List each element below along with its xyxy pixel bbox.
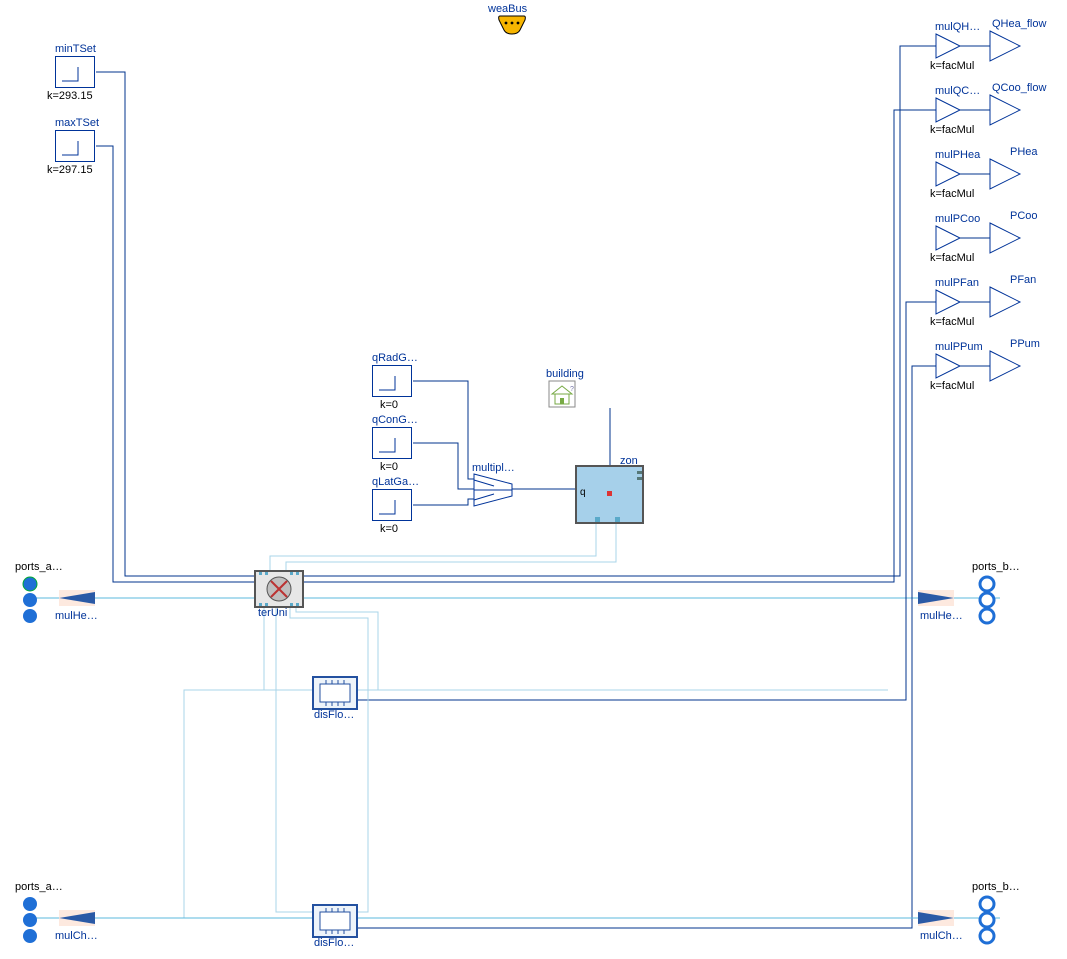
- mulPHea-label: mulPHea: [935, 149, 980, 161]
- qConG-k: k=0: [380, 461, 398, 473]
- mulPFan-k: k=facMul: [930, 316, 974, 328]
- mulQC-k: k=facMul: [930, 124, 974, 136]
- ports-a1-icon[interactable]: [21, 576, 39, 624]
- qRadG-k: k=0: [380, 399, 398, 411]
- mulPFan-label: mulPFan: [935, 277, 979, 289]
- ports-b2-label: ports_b…: [972, 881, 1020, 893]
- mulPPum-k: k=facMul: [930, 380, 974, 392]
- qLatGa-k: k=0: [380, 523, 398, 535]
- mulQC-label: mulQC…: [935, 85, 980, 97]
- weabus-label: weaBus: [488, 3, 527, 15]
- QCoo-out-label: QCoo_flow: [992, 82, 1046, 94]
- zon-block[interactable]: q: [575, 465, 644, 524]
- multiplex-label: multipl…: [472, 462, 515, 474]
- mulCh-left-label: mulCh…: [55, 930, 98, 942]
- terUni-label: terUni: [258, 607, 287, 619]
- mulHe-right-label: mulHe…: [920, 610, 963, 622]
- qRadG-block[interactable]: [372, 365, 412, 397]
- disFloHea-block[interactable]: [312, 676, 358, 710]
- mulPCoo-k: k=facMul: [930, 252, 974, 264]
- qRadG-label: qRadG…: [372, 352, 418, 364]
- qConG-label: qConG…: [372, 414, 418, 426]
- qLatGa-label: qLatGa…: [372, 476, 419, 488]
- mulQH-label: mulQH…: [935, 21, 980, 33]
- disFloHea-label: disFlo…: [314, 709, 354, 721]
- building-label: building: [546, 368, 584, 380]
- PCoo-out-label: PCoo: [1010, 210, 1038, 222]
- mulPPum-label: mulPPum: [935, 341, 983, 353]
- ports-b1-label: ports_b…: [972, 561, 1020, 573]
- mulHe-left-label: mulHe…: [55, 610, 98, 622]
- bus-icon: [498, 16, 526, 34]
- mulQH-k: k=facMul: [930, 60, 974, 72]
- disFloCoo-label: disFlo…: [314, 937, 354, 949]
- PFan-out-label: PFan: [1010, 274, 1036, 286]
- QHea-out-label: QHea_flow: [992, 18, 1046, 30]
- PPum-out-label: PPum: [1010, 338, 1040, 350]
- ports-b1-icon[interactable]: [978, 576, 996, 624]
- qConG-block[interactable]: [372, 427, 412, 459]
- ports-a2-label: ports_a…: [15, 881, 63, 893]
- svg-text:?: ?: [570, 386, 574, 393]
- disFloCoo-block[interactable]: [312, 904, 358, 938]
- terUni-block[interactable]: [254, 570, 304, 608]
- multiplex-block[interactable]: [474, 474, 512, 506]
- PPum-out-tri[interactable]: [990, 351, 1067, 501]
- mulPCoo-label: mulPCoo: [935, 213, 980, 225]
- maxTSet-k: k=297.15: [47, 164, 93, 176]
- ports-a2-icon[interactable]: [21, 896, 39, 944]
- PHea-out-label: PHea: [1010, 146, 1038, 158]
- ports-b2-icon[interactable]: [978, 896, 996, 944]
- qLatGa-block[interactable]: [372, 489, 412, 521]
- ports-a1-label: ports_a…: [15, 561, 63, 573]
- mulCh-right-label: mulCh…: [920, 930, 963, 942]
- mulPHea-k: k=facMul: [930, 188, 974, 200]
- building-icon[interactable]: ?: [548, 380, 576, 408]
